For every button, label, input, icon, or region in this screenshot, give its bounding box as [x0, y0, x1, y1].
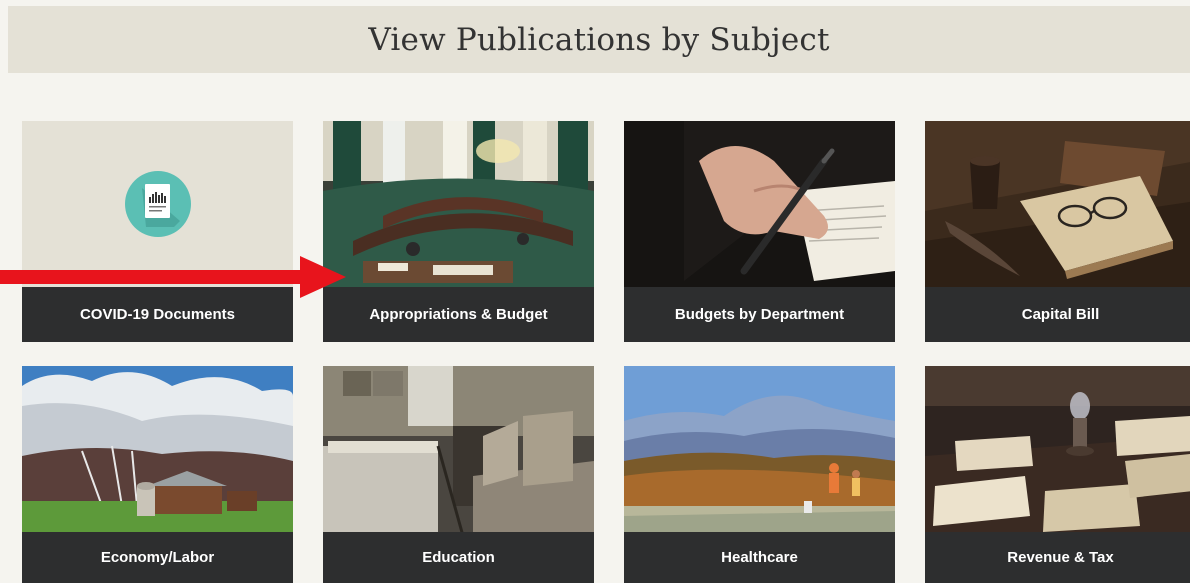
card-image	[323, 366, 594, 532]
old-book-and-spectacles-photo	[925, 121, 1190, 287]
card-image	[925, 121, 1190, 287]
card-image	[22, 366, 293, 532]
card-label: COVID-19 Documents	[22, 287, 293, 342]
card-label: Capital Bill	[925, 287, 1190, 342]
subject-card-revenue-tax[interactable]: Revenue & Tax	[925, 366, 1190, 583]
card-label: Education	[323, 532, 594, 583]
card-image	[323, 121, 594, 287]
card-image	[624, 366, 895, 532]
document-icon	[22, 121, 293, 287]
subject-card-budgets-by-department[interactable]: Budgets by Department	[624, 121, 895, 342]
subject-card-healthcare[interactable]: Healthcare	[624, 366, 895, 583]
old-ledgers-photo	[925, 366, 1190, 532]
subject-card-appropriations-budget[interactable]: Appropriations & Budget	[323, 121, 594, 342]
hand-with-pen-photo	[624, 121, 895, 287]
page-header: View Publications by Subject	[8, 6, 1190, 73]
subject-card-economy-labor[interactable]: Economy/Labor	[22, 366, 293, 583]
card-label: Healthcare	[624, 532, 895, 583]
farm-landscape-photo	[22, 366, 293, 532]
legislative-chamber-photo	[323, 121, 594, 287]
card-image	[925, 366, 1190, 532]
card-label: Budgets by Department	[624, 287, 895, 342]
card-label: Appropriations & Budget	[323, 287, 594, 342]
page-title: View Publications by Subject	[368, 21, 830, 58]
subject-card-capital-bill[interactable]: Capital Bill	[925, 121, 1190, 342]
card-image	[624, 121, 895, 287]
card-label: Revenue & Tax	[925, 532, 1190, 583]
card-label: Economy/Labor	[22, 532, 293, 583]
subject-card-education[interactable]: Education	[323, 366, 594, 583]
old-schoolroom-photo	[323, 366, 594, 532]
mountain-hikers-photo	[624, 366, 895, 532]
subject-card-covid19[interactable]: COVID-19 Documents	[22, 121, 293, 342]
card-image	[22, 121, 293, 287]
